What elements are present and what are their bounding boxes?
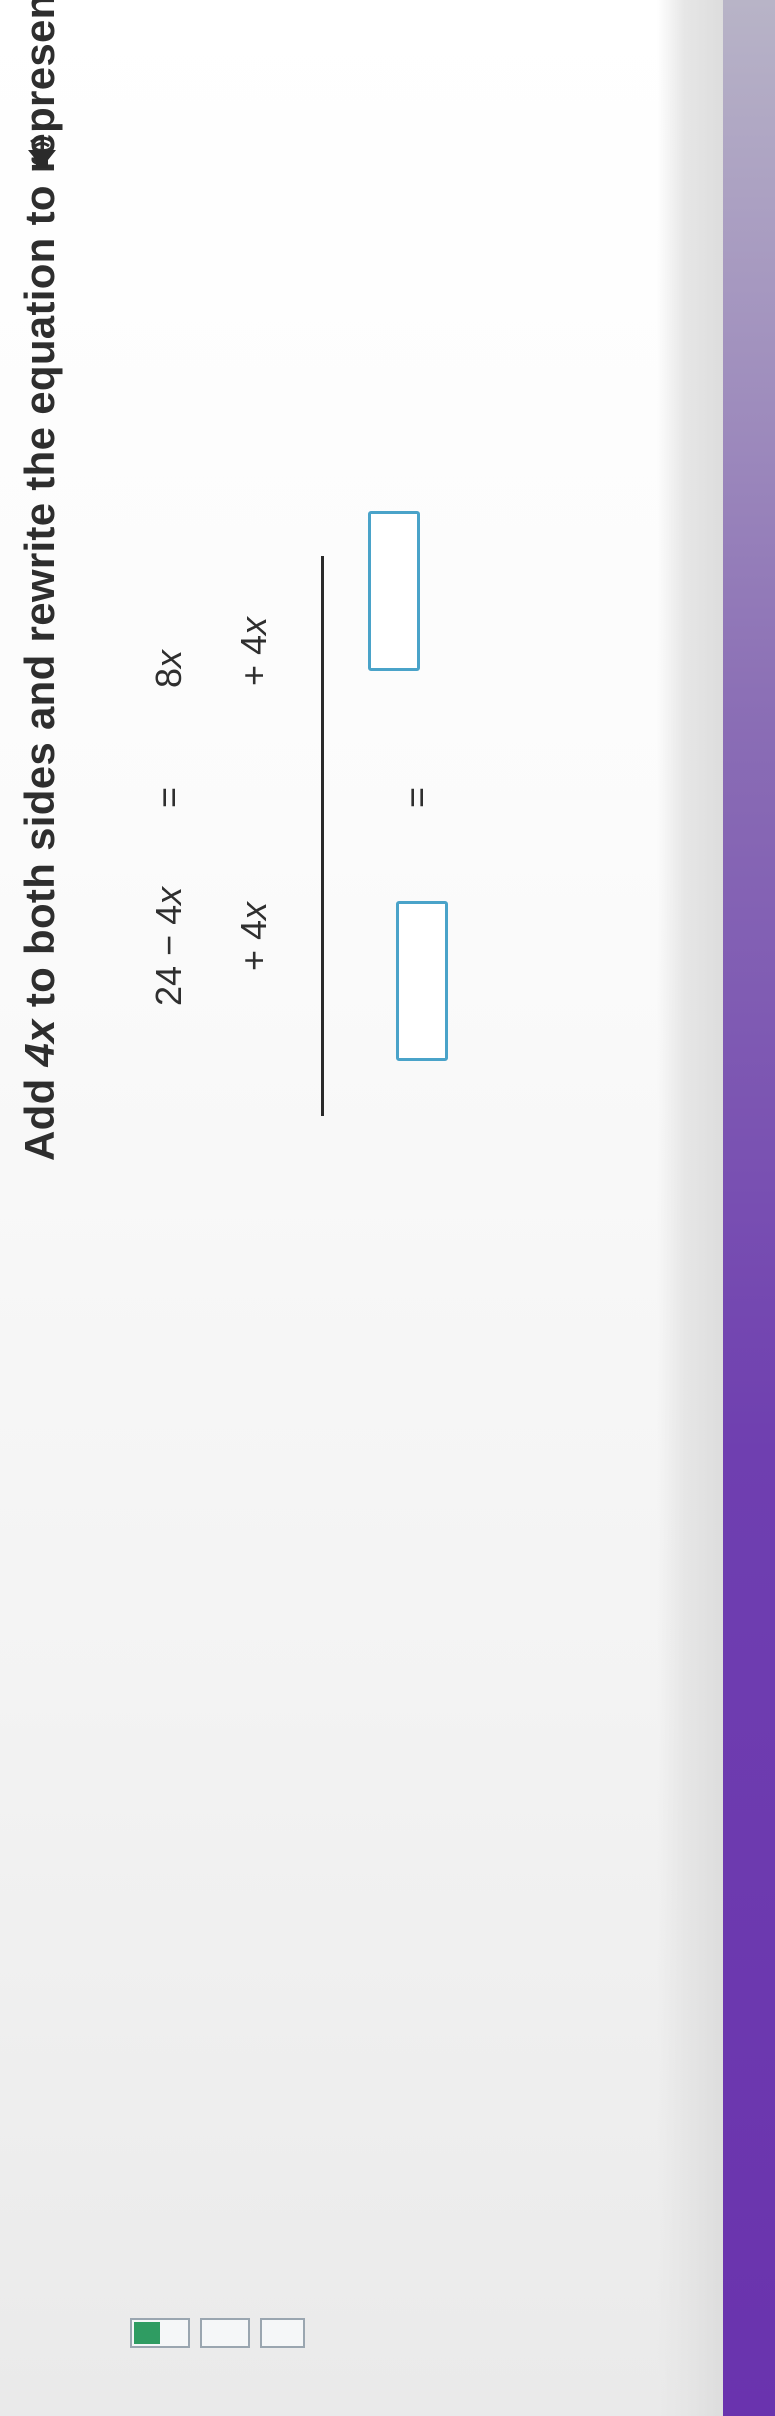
- right-addend-var: x: [233, 616, 274, 635]
- equals-sign-row3: =: [396, 786, 437, 808]
- speaker-icon[interactable]: [22, 132, 62, 172]
- progress-box-3: [260, 2318, 305, 2348]
- equals-sign-row1: =: [148, 786, 189, 808]
- problem-panel: Add 4x to both sides and rewrite the equ…: [8, 0, 768, 2416]
- instruction-before: Add: [16, 1066, 63, 1161]
- instruction-text: Add 4x to both sides and rewrite the equ…: [16, 0, 64, 1161]
- instruction-term: 4x: [16, 1019, 63, 1067]
- left-addend-var: x: [233, 901, 274, 920]
- right-addend-row2: + 4x: [233, 617, 275, 686]
- left-expression-coef: 24 − 4: [148, 904, 189, 1006]
- left-expression-row1: 24 − 4x: [148, 887, 190, 1006]
- progress-indicator: [130, 2318, 310, 2358]
- left-expression-var: x: [148, 886, 189, 905]
- right-expression-row1: 8x: [148, 650, 190, 688]
- progress-fill: [134, 2322, 160, 2344]
- left-answer-input[interactable]: [396, 901, 448, 1061]
- left-addend-row2: + 4x: [233, 902, 275, 971]
- left-addend-coef: + 4: [233, 919, 274, 971]
- right-expression-coef: 8: [148, 667, 189, 688]
- page: Add 4x to both sides and rewrite the equ…: [0, 0, 775, 2416]
- right-addend-coef: + 4: [233, 634, 274, 686]
- sum-line: [321, 556, 324, 1116]
- progress-box-2: [200, 2318, 250, 2348]
- right-expression-var: x: [148, 649, 189, 668]
- progress-box-1: [130, 2318, 190, 2348]
- right-answer-input[interactable]: [368, 511, 420, 671]
